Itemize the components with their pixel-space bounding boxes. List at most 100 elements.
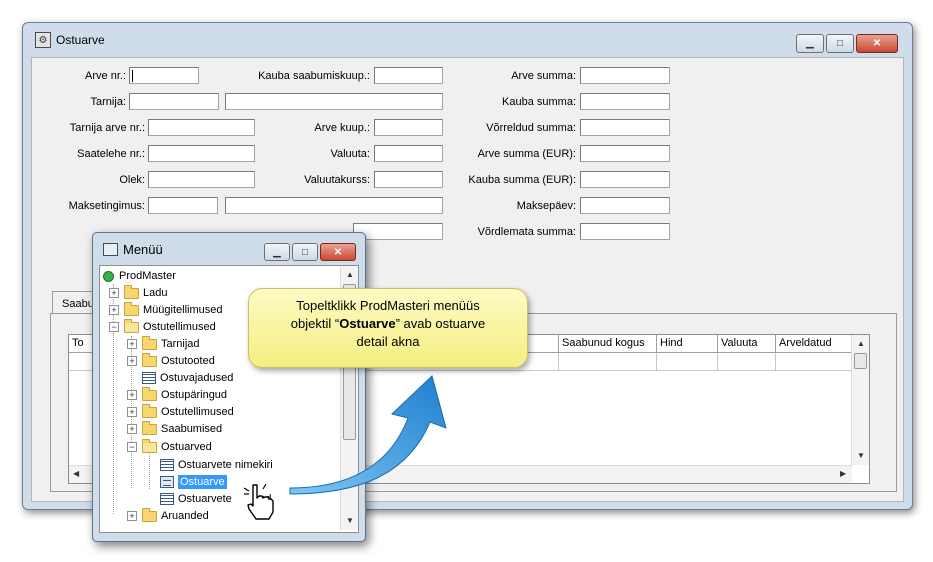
- tree-label: Ostuarvete: [178, 493, 232, 505]
- label-valuuta: Valuuta:: [330, 148, 370, 160]
- tree-node-aruanded[interactable]: Aruanded: [142, 507, 209, 524]
- arve-summa-input[interactable]: [580, 67, 670, 84]
- ostuarve-titlebar[interactable]: ⚙ Ostuarve ▁ □ ✕: [23, 23, 912, 57]
- grid-header-arveldatud[interactable]: Arveldatud: [776, 335, 852, 353]
- grid-vertical-scrollbar[interactable]: ▲ ▼: [851, 335, 869, 465]
- folder-icon: [142, 352, 157, 367]
- tree-label: Tarnijad: [161, 338, 200, 350]
- scroll-thumb[interactable]: [854, 353, 867, 369]
- window-title: Ostuarve: [56, 33, 105, 47]
- table-icon: [160, 459, 174, 471]
- label-kauba-summa: Kauba summa:: [502, 96, 576, 108]
- tree-node-tarnijad[interactable]: Tarnijad: [142, 335, 200, 352]
- label-maksetingimus: Maksetingimus:: [68, 200, 145, 212]
- maksetingimus-code-input[interactable]: [148, 197, 218, 214]
- tree-node-ostuarve[interactable]: Ostuarve: [160, 474, 227, 490]
- grid-cell[interactable]: [718, 353, 776, 371]
- vordlemata-summa-input[interactable]: [580, 223, 670, 240]
- callout-line-3: detail akna: [356, 334, 420, 349]
- expand-plus-icon[interactable]: +: [109, 305, 119, 315]
- table-icon: [160, 493, 174, 505]
- close-icon: ✕: [872, 38, 882, 49]
- close-icon: ✕: [333, 246, 343, 258]
- tree-label: Ostutellimused: [161, 406, 234, 418]
- tree-node-ostuvajadused[interactable]: Ostuvajadused: [142, 370, 233, 386]
- folder-icon: [142, 386, 157, 401]
- scroll-down-icon[interactable]: ▼: [857, 451, 865, 460]
- vorreldud-summa-input[interactable]: [580, 119, 670, 136]
- scroll-left-icon[interactable]: ◀: [73, 469, 79, 478]
- tree-label: Ostuarved: [161, 441, 212, 453]
- kauba-summa-input[interactable]: [580, 93, 670, 110]
- menu-maximize-button[interactable]: □: [292, 243, 318, 261]
- tree-node-ladu[interactable]: Ladu: [124, 284, 167, 301]
- menu-close-button[interactable]: ✕: [320, 243, 356, 261]
- tree-node-prodmaster[interactable]: ProdMaster: [103, 268, 176, 284]
- expand-plus-icon[interactable]: +: [127, 339, 137, 349]
- label-kauba-saabumiskuup: Kauba saabumiskuup.:: [258, 70, 370, 82]
- callout-text: objektil “: [290, 316, 340, 331]
- scroll-down-icon[interactable]: ▼: [346, 516, 354, 525]
- label-tarnija: Tarnija:: [90, 96, 126, 108]
- label-tarnija-arve-nr: Tarnija arve nr.:: [69, 122, 145, 134]
- scroll-up-icon[interactable]: ▲: [857, 339, 865, 348]
- tarnija-code-input[interactable]: [129, 93, 219, 110]
- tree-line: [113, 284, 115, 514]
- tree-node-ostutellimused[interactable]: Ostutellimused: [124, 318, 216, 335]
- label-vorreldud-summa: Võrreldud summa:: [486, 122, 576, 134]
- arve-summa-eur-input[interactable]: [580, 145, 670, 162]
- grid-header-hind[interactable]: Hind: [657, 335, 718, 353]
- tree-node-ostuparingud[interactable]: Ostupäringud: [142, 386, 228, 403]
- expand-plus-icon[interactable]: +: [127, 424, 137, 434]
- tree-node-ostuarved[interactable]: Ostuarved: [142, 438, 212, 455]
- close-button[interactable]: ✕: [856, 34, 898, 53]
- scroll-right-icon[interactable]: ▶: [840, 469, 846, 478]
- minimize-button[interactable]: ▁: [796, 34, 824, 53]
- tree-label: Ostutellimused: [143, 321, 216, 333]
- hidden-field-input[interactable]: [353, 223, 443, 240]
- arve-nr-input[interactable]: [129, 67, 199, 84]
- text-caret: [132, 70, 133, 82]
- collapse-minus-icon[interactable]: −: [109, 322, 119, 332]
- scroll-up-icon[interactable]: ▲: [346, 270, 354, 279]
- tree-label: Ostuvajadused: [160, 372, 234, 384]
- grid-cell[interactable]: [559, 353, 657, 371]
- tree-node-ostuarvete-nimekiri[interactable]: Ostuarvete nimekiri: [160, 457, 273, 473]
- tree-node-saabumised[interactable]: Saabumised: [142, 420, 222, 437]
- tree-label-selected: Ostuarve: [178, 475, 227, 489]
- hand-pointer-icon: [244, 483, 274, 520]
- label-valuutakurss: Valuutakurss:: [304, 174, 370, 186]
- label-saatelehe-nr: Saatelehe nr.:: [77, 148, 145, 160]
- collapse-minus-icon[interactable]: −: [127, 442, 137, 452]
- menu-minimize-button[interactable]: ▁: [264, 243, 290, 261]
- tree-label: Ostuarvete nimekiri: [178, 459, 273, 471]
- callout-line-2: objektil “Ostuarve” avab ostuarve: [249, 315, 527, 333]
- folder-icon: [142, 507, 157, 522]
- callout-line-1: Topeltklikk ProdMasteri menüüs: [296, 298, 480, 313]
- folder-icon: [124, 284, 139, 299]
- label-kauba-summa-eur: Kauba summa (EUR):: [468, 174, 576, 186]
- tree-node-ostutellimused-sub[interactable]: Ostutellimused: [142, 403, 234, 420]
- expand-plus-icon[interactable]: +: [127, 511, 137, 521]
- expand-plus-icon[interactable]: +: [127, 407, 137, 417]
- expand-plus-icon[interactable]: +: [127, 390, 137, 400]
- kauba-summa-eur-input[interactable]: [580, 171, 670, 188]
- tree-label: Ostupäringud: [161, 389, 228, 401]
- menu-window-title: Menüü: [123, 241, 163, 257]
- grid-cell[interactable]: [776, 353, 852, 371]
- expand-plus-icon[interactable]: +: [127, 356, 137, 366]
- folder-icon: [142, 335, 157, 350]
- maximize-button[interactable]: □: [826, 34, 854, 53]
- grid-header-saabunud-kogus[interactable]: Saabunud kogus: [559, 335, 657, 353]
- menu-titlebar[interactable]: Menüü ▁ □ ✕: [93, 233, 365, 265]
- grid-cell[interactable]: [657, 353, 718, 371]
- tree-node-myygitellimused[interactable]: Müügitellimused: [124, 301, 222, 318]
- tarnija-name-input[interactable]: [225, 93, 443, 110]
- maksepaev-input[interactable]: [580, 197, 670, 214]
- tree-node-ostutooted[interactable]: Ostutooted: [142, 352, 215, 369]
- instruction-callout: Topeltklikk ProdMasteri menüüs objektil …: [248, 288, 528, 368]
- expand-plus-icon[interactable]: +: [109, 288, 119, 298]
- folder-icon: [142, 420, 157, 435]
- grid-header-valuuta[interactable]: Valuuta: [718, 335, 776, 353]
- maksetingimus-name-input[interactable]: [225, 197, 443, 214]
